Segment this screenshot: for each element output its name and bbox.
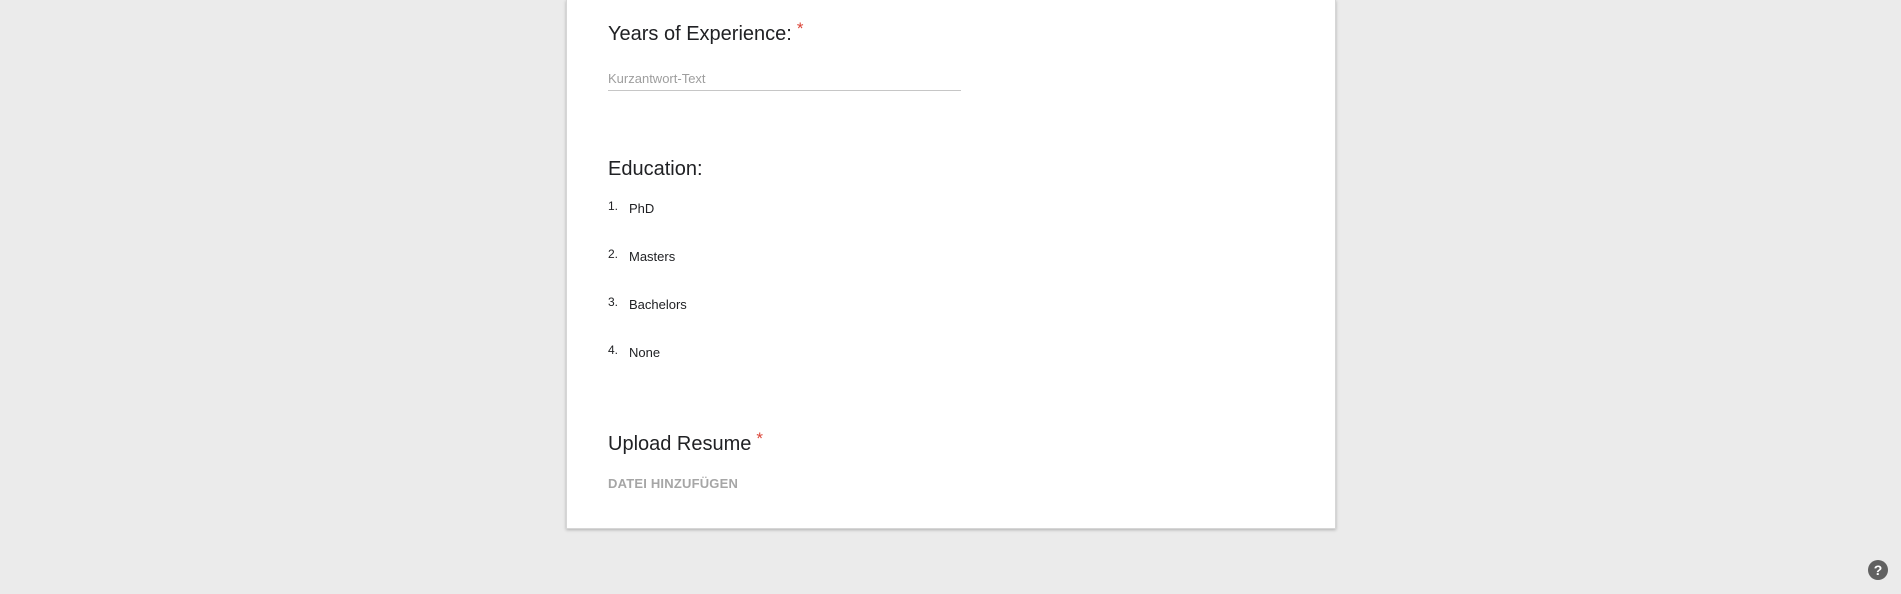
question-title-text: Upload Resume	[608, 433, 752, 455]
list-item: 2. Masters	[608, 247, 687, 297]
help-icon[interactable]: ?	[1868, 560, 1888, 580]
list-item-number: 4.	[608, 343, 619, 357]
form-card: Years of Experience:* Education: 1. PhD …	[566, 0, 1336, 529]
years-of-experience-input[interactable]	[608, 66, 961, 91]
list-item-label: PhD	[629, 201, 655, 216]
list-item-number: 1.	[608, 199, 619, 213]
list-item-label: Masters	[629, 249, 676, 264]
question-title-text: Years of Experience:	[608, 23, 792, 45]
list-item-number: 2.	[608, 247, 619, 261]
list-item: 4. None	[608, 343, 687, 393]
question-upload-resume: Upload Resume * DATEI HINZUFÜGEN	[608, 429, 764, 491]
question-title: Upload Resume *	[608, 429, 764, 456]
question-education: Education: 1. PhD 2. Masters 3. Bachelor…	[608, 157, 703, 360]
question-title: Years of Experience: *	[608, 19, 804, 46]
question-years-of-experience: Years of Experience: *	[608, 19, 961, 91]
list-item: 1. PhD	[608, 199, 687, 249]
list-item: 3. Bachelors	[608, 295, 687, 345]
education-list: 1. PhD 2. Masters 3. Bachelors 4. None	[608, 199, 687, 393]
add-file-button[interactable]: DATEI HINZUFÜGEN	[608, 476, 738, 491]
required-asterisk: *	[796, 19, 804, 38]
list-item-number: 3.	[608, 295, 619, 309]
required-asterisk: *	[756, 429, 764, 448]
list-item-label: None	[629, 345, 661, 360]
list-item-label: Bachelors	[629, 297, 687, 312]
question-title: Education:	[608, 158, 703, 180]
